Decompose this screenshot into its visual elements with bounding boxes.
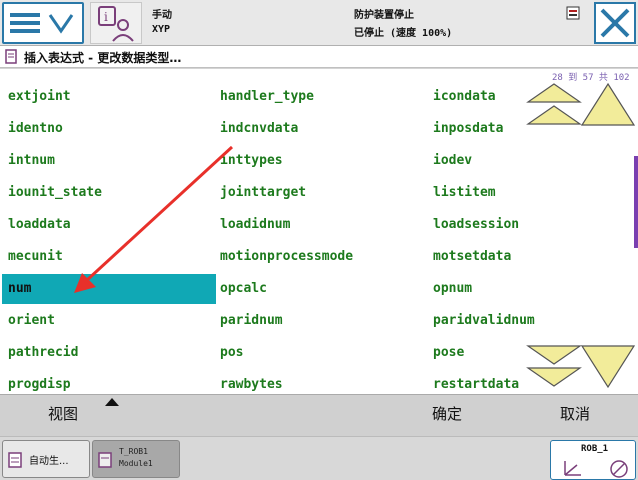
event-log-button[interactable]: i: [90, 2, 142, 44]
list-item[interactable]: extjoint: [2, 82, 71, 112]
close-button[interactable]: [594, 2, 636, 44]
list-item[interactable]: identno: [2, 114, 63, 144]
scroll-up-icon: [580, 82, 636, 126]
page-down-button[interactable]: [526, 344, 582, 390]
taskbar: 自动生... T_ROB1 Module1 ROB_1: [0, 436, 638, 480]
list-item[interactable]: jointtarget: [214, 178, 306, 208]
list-item[interactable]: opcalc: [214, 274, 267, 304]
controller-status: 防护装置停止: [354, 10, 414, 21]
dialog-title-bar: 插入表达式 - 更改数据类型…: [0, 46, 638, 68]
task-module[interactable]: T_ROB1 Module1: [92, 440, 180, 478]
list-item[interactable]: loaddata: [2, 210, 71, 240]
list-item[interactable]: paridnum: [214, 306, 283, 336]
list-item[interactable]: motsetdata: [427, 242, 511, 272]
dialog-title: 插入表达式 - 更改数据类型…: [24, 51, 182, 65]
task-autogen[interactable]: 自动生...: [2, 440, 90, 478]
list-item[interactable]: pose: [427, 338, 464, 368]
scrollbar[interactable]: [634, 156, 638, 248]
list-item[interactable]: listitem: [427, 178, 496, 208]
window-list-icon[interactable]: [566, 6, 580, 20]
page-up-button[interactable]: [526, 82, 582, 128]
list-item[interactable]: num: [2, 274, 216, 304]
robot-status-button[interactable]: ROB_1: [550, 440, 636, 480]
list-item[interactable]: loadidnum: [214, 210, 290, 240]
list-item[interactable]: inposdata: [427, 114, 503, 144]
robot-axes-icon: [564, 460, 628, 478]
module-icon: [98, 452, 112, 468]
list-item[interactable]: intnum: [2, 146, 55, 176]
main-menu-button[interactable]: [2, 2, 84, 44]
action-bar: 视图 确定 取消: [0, 394, 638, 436]
list-item[interactable]: loadsession: [427, 210, 519, 240]
view-button[interactable]: 视图: [48, 403, 78, 424]
task-module-line2: Module1: [119, 459, 153, 468]
scroll-up-button[interactable]: [580, 82, 636, 128]
list-item[interactable]: handler_type: [214, 82, 314, 112]
task-module-line1: T_ROB1: [119, 447, 148, 456]
expression-icon: [5, 49, 17, 64]
list-item[interactable]: pos: [214, 338, 243, 368]
operating-mode: 手动: [152, 10, 172, 21]
list-item[interactable]: motionprocessmode: [214, 242, 353, 272]
scroll-down-button[interactable]: [580, 344, 636, 390]
program-state: 已停止 (速度 100%): [354, 28, 453, 39]
cancel-button[interactable]: 取消: [560, 403, 590, 424]
list-item[interactable]: paridvalidnum: [427, 306, 535, 336]
robot-name: ROB_1: [581, 444, 609, 454]
menu-icon: [10, 13, 74, 34]
caret-up-icon: [105, 398, 119, 406]
list-item[interactable]: iodev: [427, 146, 472, 176]
list-item[interactable]: mecunit: [2, 242, 63, 272]
list-item[interactable]: orient: [2, 306, 55, 336]
info-icon: i: [98, 6, 134, 42]
svg-text:i: i: [104, 10, 108, 24]
list-item[interactable]: pathrecid: [2, 338, 78, 368]
list-item[interactable]: iounit_state: [2, 178, 102, 208]
program-icon: [8, 452, 22, 468]
list-item[interactable]: indcnvdata: [214, 114, 298, 144]
list-item[interactable]: opnum: [427, 274, 472, 304]
close-icon: [600, 8, 630, 38]
scroll-down-icon: [580, 345, 636, 389]
ok-button[interactable]: 确定: [432, 403, 462, 424]
list-item[interactable]: icondata: [427, 82, 496, 112]
chevron-down-icon: [48, 14, 74, 34]
list-item[interactable]: inttypes: [214, 146, 283, 176]
task-autogen-label: 自动生...: [29, 456, 69, 467]
top-bar: i 手动 XYP 防护装置停止 已停止 (速度 100%): [0, 0, 638, 46]
system-name: XYP: [152, 24, 171, 35]
